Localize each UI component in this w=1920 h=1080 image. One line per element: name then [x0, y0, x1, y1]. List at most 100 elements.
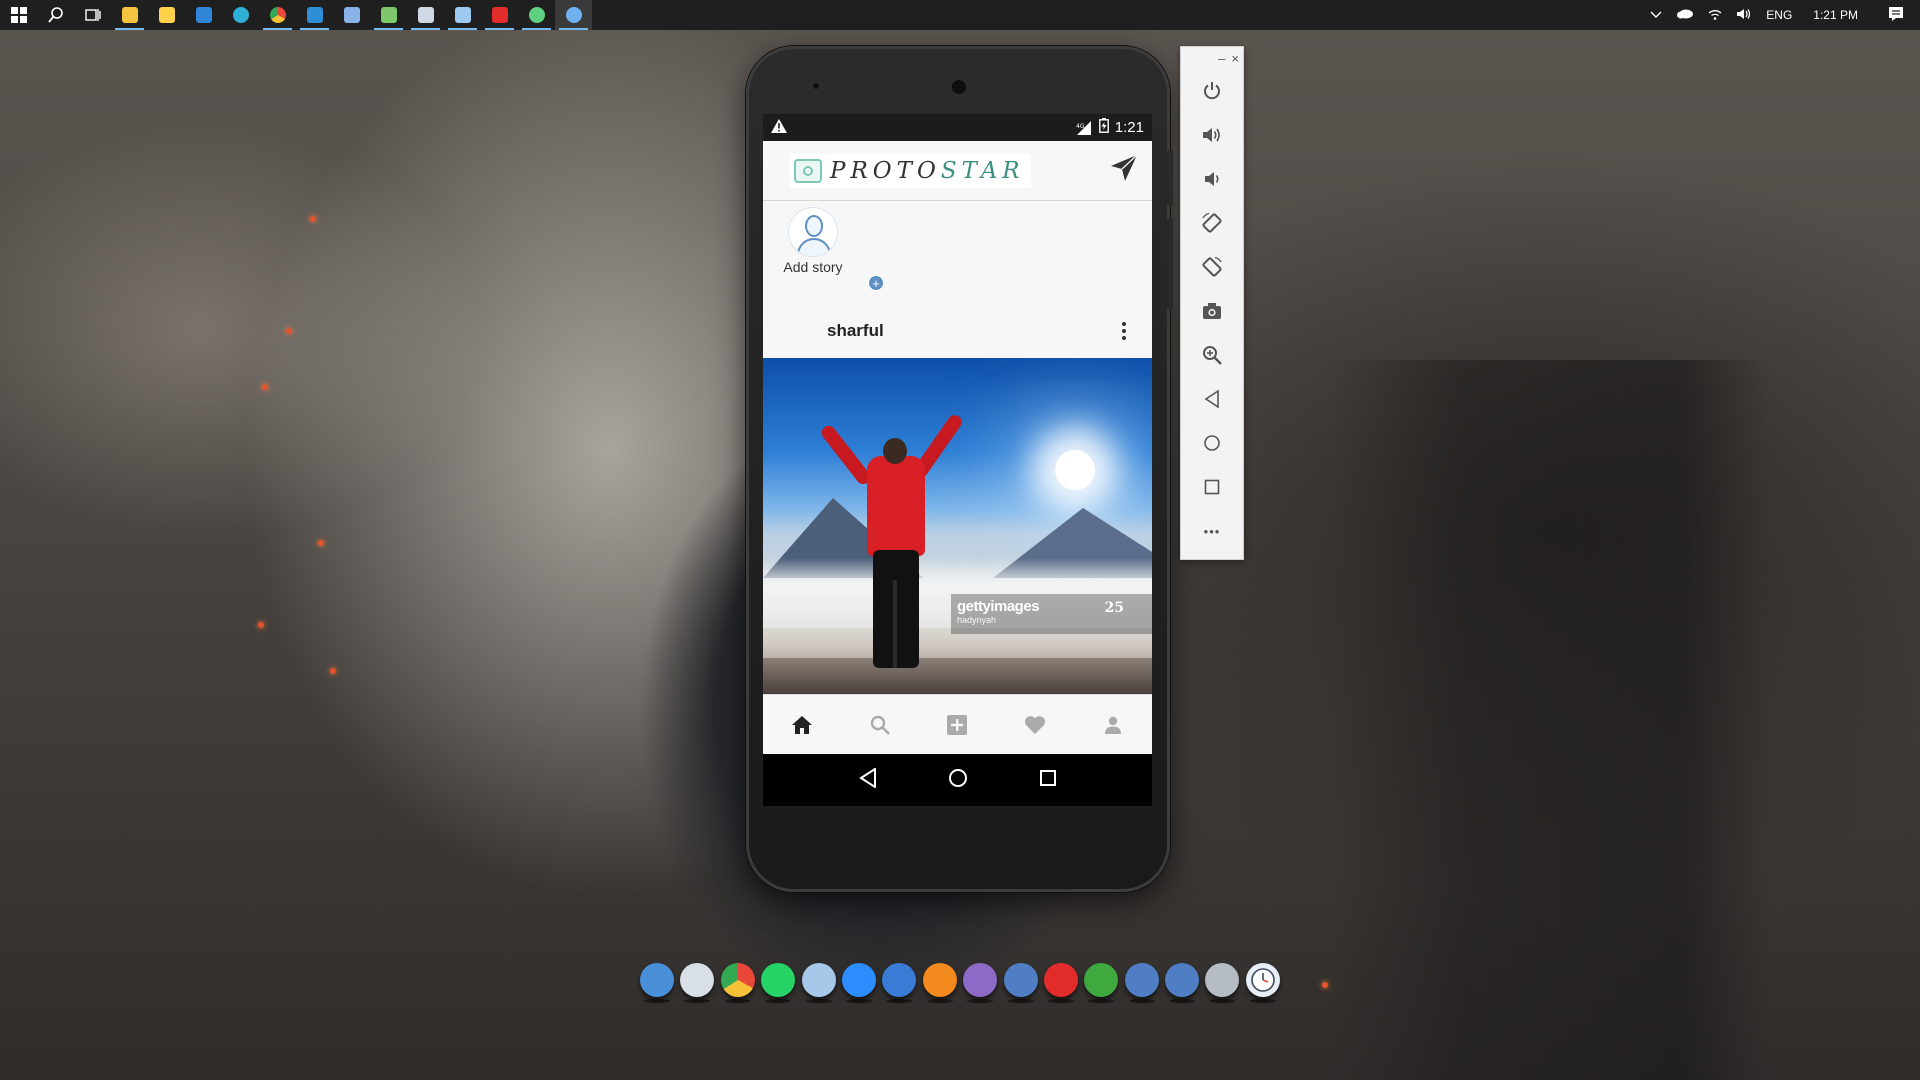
heart-icon[interactable] — [1015, 705, 1055, 745]
dock-box-icon[interactable] — [801, 963, 836, 1003]
android-studio-icon[interactable] — [518, 0, 555, 30]
search-icon[interactable] — [860, 705, 900, 745]
store-icon[interactable] — [148, 0, 185, 30]
phone-power-button — [1167, 150, 1173, 206]
android-status-bar: 4G 1:21 — [763, 114, 1152, 141]
mail-icon[interactable] — [185, 0, 222, 30]
emulator-window-controls: – × — [1181, 47, 1243, 69]
stories-row: + Add story — [763, 201, 1152, 303]
vscode-icon[interactable] — [296, 0, 333, 30]
phone-front-camera — [950, 78, 968, 96]
wallpaper-ruins — [1330, 360, 1770, 1080]
app-logo: PROTOSTAR — [790, 153, 1031, 188]
getty-watermark: gettyimages hadynyah 25 — [951, 594, 1152, 634]
chevron-up-icon[interactable] — [1643, 8, 1669, 22]
image-sun — [1055, 450, 1095, 490]
app-toolbar: PROTOSTAR — [763, 141, 1152, 201]
status-time: 1:21 — [1114, 119, 1144, 136]
volume-up-icon[interactable] — [1181, 113, 1243, 157]
logo-text-proto: PROTO — [830, 157, 941, 184]
wallpaper-ember — [1322, 982, 1328, 988]
desktop-dock — [640, 957, 1280, 1003]
dock-recycle-bin-icon[interactable] — [680, 963, 715, 1003]
wallpaper-ember — [286, 328, 292, 334]
home-circle-icon[interactable] — [948, 768, 968, 793]
zoom-icon[interactable] — [1181, 333, 1243, 377]
dock-network3-icon[interactable] — [1165, 963, 1200, 1003]
dock-chrome-icon[interactable] — [720, 963, 755, 1003]
language-indicator[interactable]: ENG — [1759, 8, 1799, 22]
image-summit-rock — [763, 658, 1152, 694]
edge-icon[interactable] — [222, 0, 259, 30]
dock-windows-icon[interactable] — [882, 963, 917, 1003]
back-icon[interactable] — [1181, 377, 1243, 421]
wallpaper-ember — [330, 668, 336, 674]
onedrive-cloud-icon[interactable] — [1669, 8, 1701, 22]
more-icon[interactable]: ••• — [1181, 509, 1243, 553]
volume-icon[interactable] — [1729, 8, 1759, 23]
overview-icon[interactable] — [1181, 465, 1243, 509]
logo-text-star: STAR — [940, 157, 1025, 184]
wallpaper-ember — [310, 216, 316, 222]
dock-acrobat-icon[interactable] — [1043, 963, 1078, 1003]
notepad-icon[interactable] — [370, 0, 407, 30]
powershell-lightning-icon[interactable] — [444, 0, 481, 30]
wallpaper-ember — [262, 384, 268, 390]
dock-zoom-icon[interactable] — [841, 963, 876, 1003]
dock-finder-icon[interactable] — [640, 963, 674, 1003]
dock-xbox-icon[interactable] — [1084, 963, 1119, 1003]
recents-icon[interactable] — [1039, 769, 1057, 792]
rotate-left-icon[interactable] — [1181, 201, 1243, 245]
add-story-label: Add story — [783, 259, 843, 275]
profile-icon[interactable] — [1093, 705, 1133, 745]
virtualbox-icon[interactable] — [333, 0, 370, 30]
battery-icon — [1098, 118, 1109, 137]
dock-vlc-icon[interactable] — [922, 963, 957, 1003]
dock-network2-icon[interactable] — [1124, 963, 1159, 1003]
dock-network-icon[interactable] — [1003, 963, 1038, 1003]
clock[interactable]: 1:21 PM — [1799, 8, 1872, 22]
bottom-navigation — [763, 694, 1152, 754]
wifi-icon[interactable] — [1701, 8, 1729, 23]
dock-github-icon[interactable] — [963, 963, 998, 1003]
send-message-icon[interactable] — [1110, 154, 1138, 187]
post-image[interactable]: gettyimages hadynyah 25 — [763, 358, 1152, 694]
plus-icon[interactable]: + — [868, 275, 884, 291]
minimize-button[interactable]: – — [1218, 51, 1225, 66]
dock-drive-icon[interactable] — [1205, 963, 1240, 1003]
story-avatar[interactable] — [788, 207, 838, 257]
home-icon[interactable] — [782, 705, 822, 745]
add-post-icon[interactable] — [937, 705, 977, 745]
dock-clock-icon[interactable] — [1245, 963, 1280, 1003]
emulator-toolbar: – × ••• — [1180, 46, 1244, 560]
task-view-icon[interactable] — [74, 0, 111, 30]
chrome-icon[interactable] — [259, 0, 296, 30]
phone-sensor — [811, 81, 821, 91]
home-icon[interactable] — [1181, 421, 1243, 465]
android-system-navigation — [763, 754, 1152, 806]
wallpaper-ember — [318, 540, 324, 546]
close-button[interactable]: × — [1231, 51, 1239, 66]
back-icon[interactable] — [858, 766, 877, 793]
dock-whatsapp-icon[interactable] — [761, 963, 796, 1003]
add-story-item[interactable]: + Add story — [778, 207, 884, 291]
photos-icon[interactable] — [407, 0, 444, 30]
signal-icon: 4G — [1075, 120, 1093, 135]
power-icon[interactable] — [1181, 69, 1243, 113]
screenshot-icon[interactable] — [1181, 289, 1243, 333]
file-explorer-icon[interactable] — [111, 0, 148, 30]
rotate-right-icon[interactable] — [1181, 245, 1243, 289]
acrobat-icon[interactable] — [481, 0, 518, 30]
phone-screen: 4G 1:21 PROTOSTAR + Add story sharful ge… — [763, 114, 1152, 806]
notification-center-icon[interactable] — [1872, 6, 1920, 25]
more-label: ••• — [1203, 523, 1221, 539]
more-options-icon[interactable] — [1118, 318, 1130, 344]
search-icon[interactable] — [37, 0, 74, 30]
image-hiker — [818, 398, 965, 688]
post-header: sharful — [763, 303, 1152, 358]
volume-down-icon[interactable] — [1181, 157, 1243, 201]
windows-start-icon[interactable] — [0, 0, 37, 30]
emulator-icon[interactable] — [555, 0, 592, 30]
post-username[interactable]: sharful — [827, 321, 884, 341]
signal-label: 4G — [1076, 123, 1085, 130]
